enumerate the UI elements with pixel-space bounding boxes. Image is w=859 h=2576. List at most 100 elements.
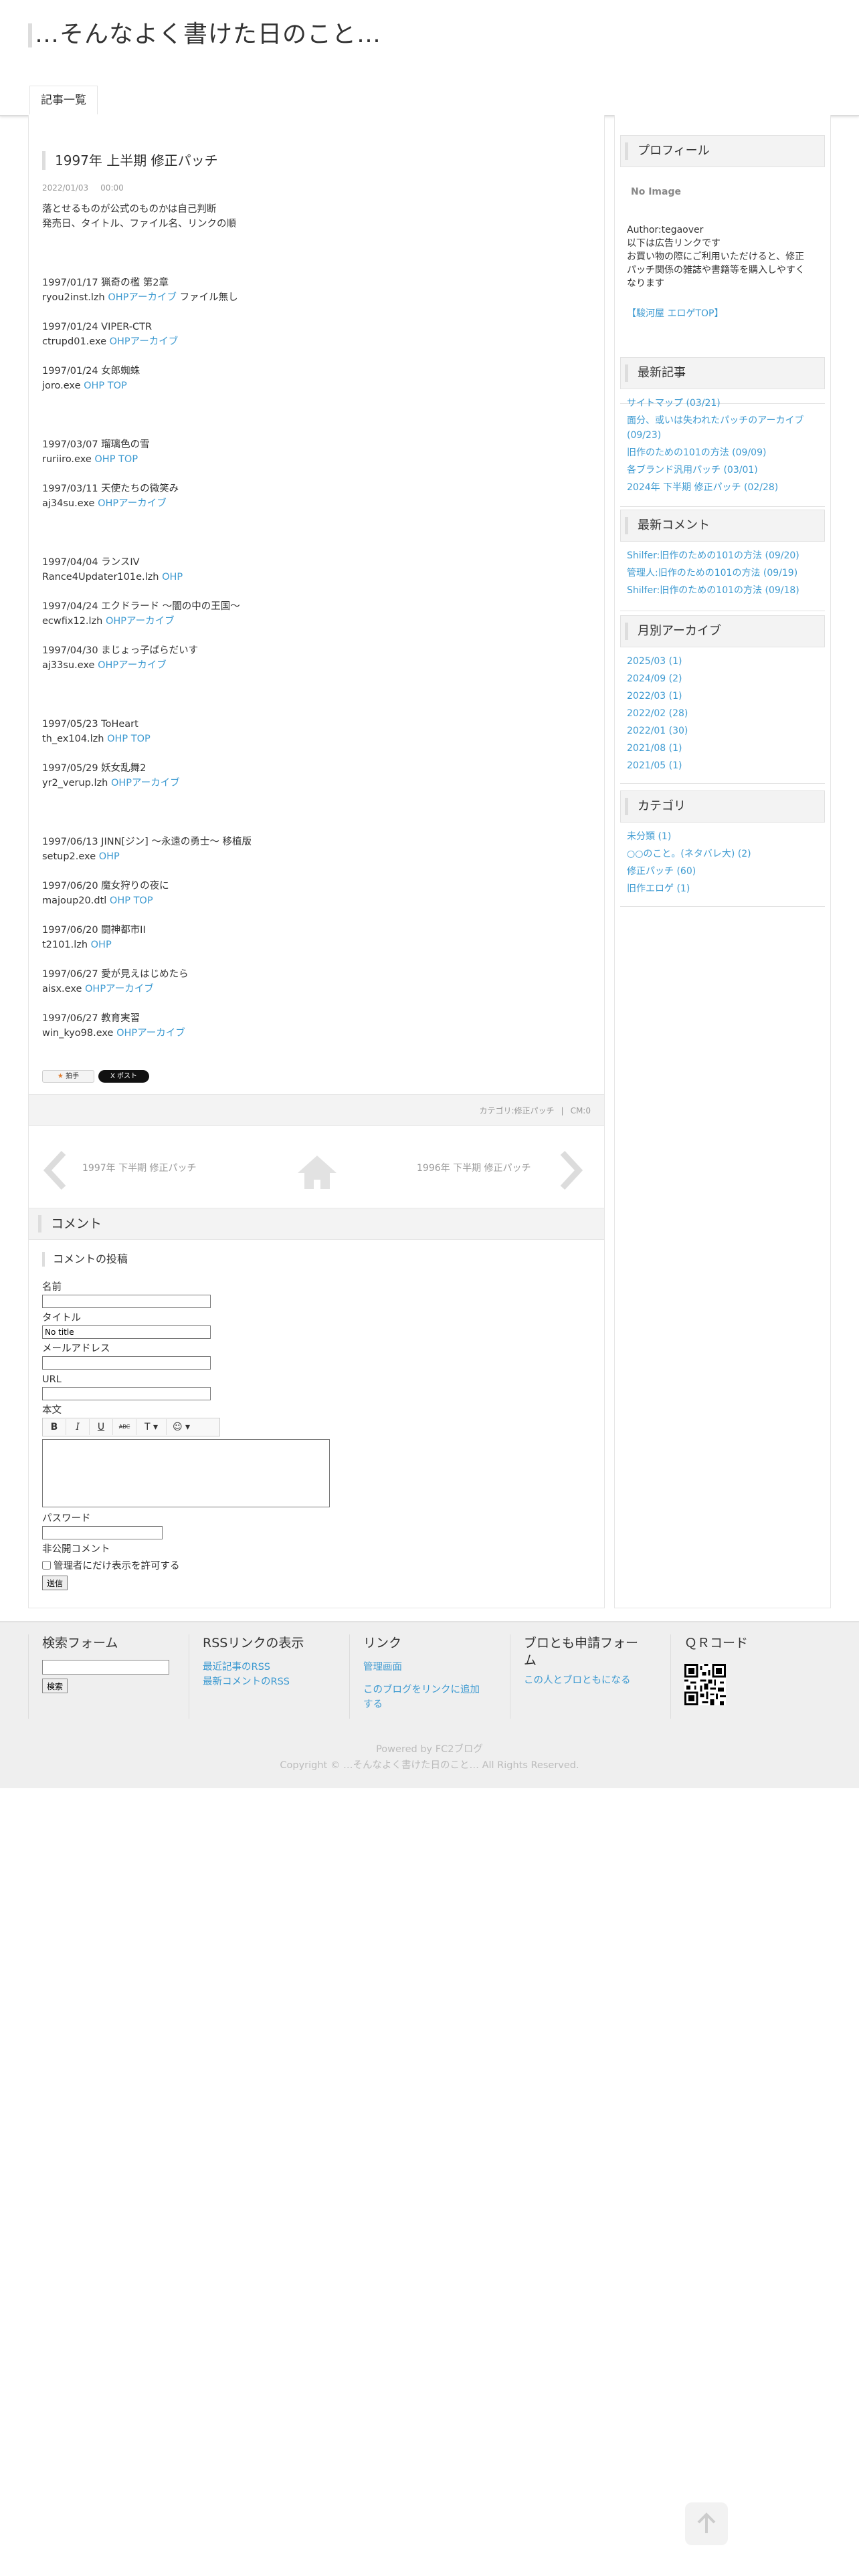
archive-link[interactable]: 2022/03 (1) <box>627 687 818 705</box>
recent-comment-link[interactable]: Shilfer:旧作のための101の方法 (09/20) <box>627 547 818 564</box>
patch-filename: ctrupd01.exe <box>42 336 106 347</box>
comment-section-header: コメント <box>29 1208 604 1240</box>
entry-title[interactable]: 1997年 上半期 修正パッチ <box>42 151 218 170</box>
patch-filename: th_ex104.lzh <box>42 734 104 744</box>
underline-button[interactable]: U <box>90 1419 113 1435</box>
patch-link[interactable]: OHPアーカイブ <box>116 1028 185 1039</box>
submit-button[interactable]: 送信 <box>42 1576 68 1590</box>
nav-tab-entries[interactable]: 記事一覧 <box>29 86 98 114</box>
prev-arrow-icon[interactable] <box>42 1150 69 1190</box>
font-size-button[interactable]: T ▾ <box>136 1419 167 1435</box>
recent-comments-list: Shilfer:旧作のための101の方法 (09/20) 管理人:旧作のための1… <box>620 542 825 611</box>
recent-entries-title: 最新記事 <box>625 364 686 382</box>
patch-link[interactable]: OHPアーカイブ <box>110 336 179 347</box>
patch-link[interactable]: OHP TOP <box>84 381 127 391</box>
private-checkbox[interactable] <box>42 1560 51 1570</box>
patch-link[interactable]: OHP <box>162 572 183 582</box>
recent-entry-link[interactable]: 旧作のための101の方法 (09/09) <box>627 444 818 461</box>
next-entry-link[interactable]: 1996年 下半期 修正パッチ <box>417 1161 531 1174</box>
patch-link[interactable]: OHPアーカイブ <box>85 984 154 994</box>
site-header: …そんなよく書けた日のこと… 記事一覧 <box>0 0 859 116</box>
comment-count-link[interactable]: CM:0 <box>571 1106 591 1115</box>
category-link[interactable]: 修正パッチ (60) <box>627 863 818 880</box>
profile-desc: なります <box>627 278 664 289</box>
like-button[interactable]: ★ 拍手 <box>42 1070 94 1083</box>
patch-link[interactable]: OHP <box>99 851 120 862</box>
admin-link[interactable]: 管理画面 <box>363 1660 497 1675</box>
back-to-top-button[interactable] <box>685 2502 728 2545</box>
search-input[interactable] <box>42 1660 169 1675</box>
strike-button[interactable]: ABC <box>113 1419 136 1435</box>
prev-entry-link[interactable]: 1997年 下半期 修正パッチ <box>82 1161 197 1174</box>
email-field[interactable] <box>42 1356 211 1370</box>
intro-line: 発売日、タイトル、ファイル名、リンクの順 <box>42 219 236 229</box>
patch-title: 1997/04/30 まじょっ子ばらだいす <box>42 645 199 656</box>
category-link[interactable]: カテゴリ:修正パッチ <box>479 1106 554 1115</box>
surugaya-link[interactable]: 【駿河屋 エロゲTOP】 <box>627 305 818 322</box>
arrow-up-icon <box>697 2512 716 2533</box>
x-post-button[interactable]: X ポスト <box>98 1070 149 1083</box>
recent-comment-link[interactable]: 管理人:旧作のための101の方法 (09/19) <box>627 564 818 582</box>
body-textarea[interactable] <box>42 1439 330 1507</box>
site-title[interactable]: …そんなよく書けた日のこと… <box>28 15 381 49</box>
friend-request-link[interactable]: この人とブロともになる <box>524 1673 658 1688</box>
password-field[interactable] <box>42 1526 163 1539</box>
patch-link[interactable]: OHPアーカイブ <box>106 616 175 627</box>
add-link-link-cont[interactable]: する <box>363 1697 497 1712</box>
patch-file-row: yr2_verup.lzh OHPアーカイブ <box>42 776 577 790</box>
archive-link[interactable]: 2022/01 (30) <box>627 722 818 740</box>
add-link-link[interactable]: このブログをリンクに追加 <box>363 1683 497 1697</box>
patch-file-row: win_kyo98.exe OHPアーカイブ <box>42 1026 577 1041</box>
archive-link[interactable]: 2021/05 (1) <box>627 757 818 774</box>
patch-link[interactable]: OHPアーカイブ <box>98 498 167 509</box>
footer-qr: ＱＲコード <box>670 1634 818 1719</box>
name-field[interactable] <box>42 1295 211 1308</box>
patch-link[interactable]: OHPアーカイブ <box>98 660 167 671</box>
patch-link[interactable]: OHP TOP <box>110 895 153 906</box>
archive-box: 月別アーカイブ 2025/03 (1) 2024/09 (2) 2022/03 … <box>620 615 825 784</box>
category-link[interactable]: 旧作エロゲ (1) <box>627 880 818 897</box>
bold-button[interactable]: B <box>43 1419 66 1435</box>
patch-link[interactable]: OHPアーカイブ <box>108 292 177 303</box>
recent-comments-box: 最新コメント Shilfer:旧作のための101の方法 (09/20) 管理人:… <box>620 510 825 611</box>
recent-entry-link[interactable]: 各ブランド汎用パッチ (03/01) <box>627 461 818 479</box>
patch-link[interactable]: OHP <box>91 940 112 950</box>
next-arrow-icon[interactable] <box>557 1150 584 1190</box>
site-title-text[interactable]: …そんなよく書けた日のこと… <box>35 21 381 48</box>
recent-entry-link[interactable]: サイトマップ (03/21) <box>627 395 818 412</box>
archive-link[interactable]: 2021/08 (1) <box>627 740 818 757</box>
powered-by[interactable]: Powered by FC2ブログ <box>0 1741 859 1757</box>
rss-comments-link[interactable]: 最新コメントのRSS <box>203 1675 337 1689</box>
patch-title: 1997/01/17 猟奇の檻 第2章 <box>42 278 169 288</box>
emoji-button[interactable]: ☺ ▾ <box>167 1419 196 1435</box>
title-field[interactable] <box>42 1325 211 1339</box>
recent-entry-link[interactable]: 2024年 下半期 修正パッチ (02/28) <box>627 479 818 496</box>
patch-link[interactable]: OHP TOP <box>94 454 138 465</box>
footer-friend-title: ブロとも申請フォー <box>524 1636 639 1650</box>
category-link[interactable]: ○○のこと。(ネタバレ大) (2) <box>627 845 818 863</box>
patch-link[interactable]: OHP TOP <box>107 734 151 744</box>
rss-entries-link[interactable]: 最近記事のRSS <box>203 1660 337 1675</box>
italic-button[interactable]: I <box>66 1419 90 1435</box>
entry-footer: カテゴリ:修正パッチ | CM:0 <box>29 1094 604 1126</box>
archive-link[interactable]: 2022/02 (28) <box>627 705 818 722</box>
patch-file-row: ruriiro.exe OHP TOP <box>42 452 577 467</box>
recent-comment-link[interactable]: Shilfer:旧作のための101の方法 (09/18) <box>627 582 818 599</box>
category-link[interactable]: 未分類 (1) <box>627 828 818 845</box>
patch-note: ファイル無し <box>179 292 238 303</box>
search-button[interactable]: 検索 <box>42 1679 68 1693</box>
archive-link[interactable]: 2024/09 (2) <box>627 670 818 687</box>
profile-header: プロフィール <box>620 135 825 167</box>
patch-file-row: aj33su.exe OHPアーカイブ <box>42 658 577 673</box>
patch-link[interactable]: OHPアーカイブ <box>111 778 180 788</box>
archive-link[interactable]: 2025/03 (1) <box>627 653 818 670</box>
private-row: 管理者にだけ表示を許可する <box>42 1557 577 1573</box>
url-field[interactable] <box>42 1387 211 1400</box>
home-icon[interactable] <box>296 1154 338 1190</box>
